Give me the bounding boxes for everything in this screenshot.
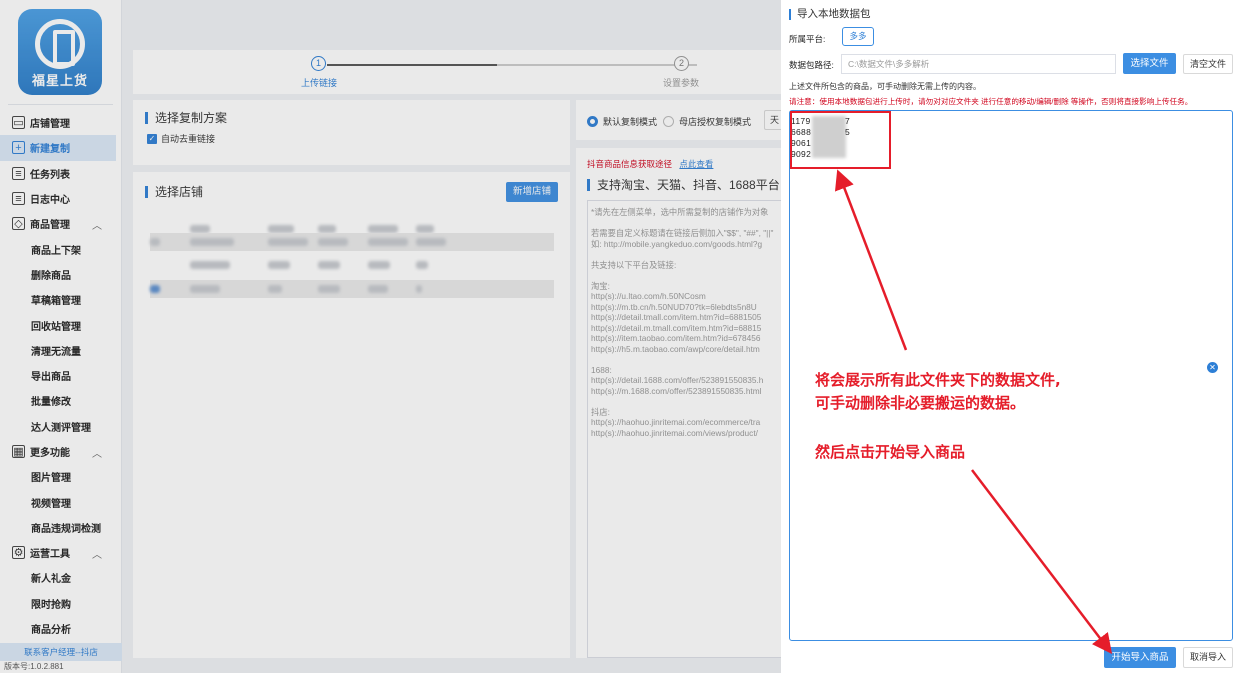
data-path-input[interactable]: C:\数据文件\多多解析: [841, 54, 1116, 74]
annotation-line-2: 可手动删除非必要搬运的数据。: [815, 394, 1026, 412]
path-label: 数据包路径:: [789, 60, 834, 70]
highlight-box: [790, 111, 891, 169]
cancel-import-button[interactable]: 取消导入: [1183, 647, 1233, 668]
clear-file-button[interactable]: 清空文件: [1183, 54, 1233, 74]
platform-label: 所属平台:: [789, 34, 826, 44]
sidebar-overlay: [0, 0, 122, 673]
annotation-line-3: 然后点击开始导入商品: [815, 443, 966, 461]
dialog-description: 上述文件所包含的商品，可手动删除无需上传的内容。: [789, 82, 981, 91]
platform-duoduo-button[interactable]: 多多: [842, 27, 874, 46]
clear-list-icon[interactable]: ✕: [1207, 362, 1218, 373]
choose-file-button[interactable]: 选择文件: [1123, 53, 1176, 74]
start-import-button[interactable]: 开始导入商品: [1104, 647, 1176, 668]
dialog-title: 导入本地数据包: [789, 9, 871, 20]
dialog-warning: 请注意：使用本地数据包进行上传时，请勿对对应文件夹 进行任意的移动/编辑/删除 …: [789, 97, 1193, 106]
annotation-line-1: 将会展示所有此文件夹下的数据文件,: [815, 371, 1061, 389]
modal-overlay[interactable]: [122, 0, 781, 673]
